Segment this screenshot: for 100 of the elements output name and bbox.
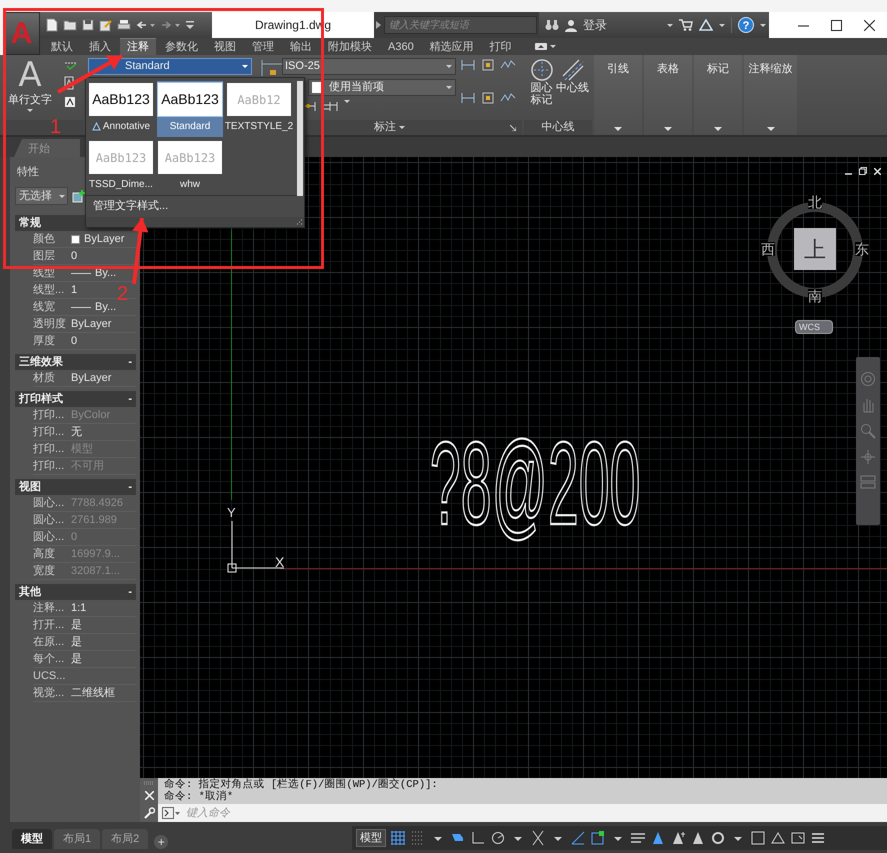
property-value[interactable]: ByLayer (71, 316, 112, 332)
polar-icon[interactable] (490, 830, 506, 846)
resize-grip-icon[interactable] (296, 219, 302, 225)
update-dimension-icon[interactable] (460, 90, 476, 104)
collapsed-panel-button[interactable]: 注释缩放 (744, 55, 797, 135)
center-mark-icon[interactable] (530, 58, 554, 82)
caret-icon[interactable] (719, 24, 725, 26)
cart-icon[interactable] (679, 19, 693, 31)
isolate-icon[interactable] (750, 830, 766, 846)
ribbon-tab[interactable]: 视图 (207, 38, 243, 55)
property-value[interactable]: By... (71, 298, 116, 316)
maximize-icon[interactable] (831, 20, 842, 30)
ortho-icon[interactable] (470, 830, 486, 846)
close-icon[interactable] (864, 20, 875, 30)
viewcube-face[interactable]: 上 (794, 228, 836, 270)
restore-icon[interactable] (859, 167, 867, 175)
caret-icon[interactable] (27, 108, 33, 112)
caret-icon[interactable] (446, 65, 452, 68)
isodraft-icon[interactable] (530, 830, 546, 846)
ribbon-tab[interactable]: 附加模块 (321, 38, 379, 55)
text-tool-glyph[interactable]: A (18, 58, 42, 92)
section-header[interactable]: 打印样式 - (15, 391, 136, 407)
ribbon-tab[interactable]: 精选应用 (422, 38, 481, 55)
caret-icon[interactable] (242, 65, 248, 68)
print-icon[interactable] (117, 19, 131, 31)
property-value[interactable]: 0 (71, 248, 78, 264)
dropdown-icon[interactable] (186, 20, 194, 30)
centerline-button[interactable]: 中心线 (556, 82, 589, 94)
expand-icon[interactable] (376, 21, 381, 29)
property-value[interactable]: 0 (71, 332, 78, 350)
caret-icon[interactable] (614, 127, 622, 131)
layout-tab[interactable]: 布局1 (54, 828, 100, 849)
caret-icon[interactable] (399, 126, 405, 129)
section-header[interactable]: 三维效果 - (15, 354, 136, 370)
object-track-icon[interactable] (570, 830, 586, 846)
caret-icon[interactable] (664, 127, 672, 131)
ribbon-tab[interactable]: 管理 (245, 38, 281, 55)
property-value[interactable]: 是 (71, 634, 82, 650)
workspace-icon[interactable] (710, 830, 726, 846)
text-style-dropdown[interactable]: Standard (88, 58, 252, 75)
compass-direction[interactable]: 南 (808, 289, 822, 303)
selection-dropdown[interactable]: 无选择 (15, 187, 68, 205)
caret-icon[interactable] (766, 127, 774, 131)
ribbon-tab[interactable]: 打印 (482, 38, 519, 55)
wrench-icon[interactable] (143, 806, 155, 819)
ribbon-tab[interactable]: A360 (381, 38, 421, 55)
search-field[interactable]: 键入关键字或短语 (384, 16, 537, 34)
dimension-style-dropdown[interactable]: ISO-25 (282, 58, 456, 75)
property-value[interactable]: ByLayer (71, 230, 124, 248)
property-value[interactable]: 是 (71, 650, 82, 668)
undo-icon[interactable] (136, 19, 156, 31)
caret-icon[interactable] (59, 194, 65, 198)
caret-icon[interactable] (714, 127, 722, 131)
coordinate-system-menu[interactable]: WCS (795, 320, 833, 334)
property-value[interactable]: 二维线框 (71, 684, 115, 702)
center-mark-button[interactable]: 圆心标记 (530, 82, 554, 106)
ribbon-tab[interactable]: 默认 (44, 38, 80, 55)
dimension-icon[interactable] (260, 58, 282, 78)
section-header[interactable]: 其他 - (15, 584, 136, 600)
layout-tab[interactable]: 模型 (12, 828, 52, 849)
command-input-field[interactable]: 键入命令 (184, 805, 887, 821)
annotation-visibility-icon[interactable] (650, 830, 666, 846)
reassociate-icon[interactable] (480, 90, 496, 104)
hardware-icon[interactable] (770, 830, 786, 846)
dimension-break-icon[interactable] (460, 58, 476, 72)
annotation-scale-icon[interactable] (690, 830, 706, 846)
model-space-button[interactable]: 模型 (356, 828, 386, 846)
add-layout-button[interactable]: + (154, 835, 168, 849)
user-icon[interactable] (565, 18, 577, 32)
folder-icon[interactable] (63, 19, 77, 31)
caret-icon[interactable] (760, 24, 766, 26)
layout-tab[interactable]: 布局2 (102, 828, 148, 849)
property-value[interactable]: 1 (71, 282, 78, 298)
auto-scale-icon[interactable] (670, 830, 686, 846)
save-as-icon[interactable] (99, 18, 112, 32)
panel-toggle-icon[interactable] (534, 43, 547, 50)
clean-screen-icon[interactable] (790, 830, 806, 846)
quick-select-icon[interactable] (72, 190, 85, 202)
ribbon-tab[interactable]: 插入 (82, 38, 118, 55)
layer-dropdown[interactable]: 使用当前项 (308, 79, 456, 96)
panel-title[interactable]: 中心线 (542, 119, 574, 136)
ribbon-tab[interactable]: 注释 (120, 38, 156, 55)
grid-icon[interactable] (390, 830, 406, 846)
help-button[interactable]: ? (738, 17, 754, 33)
property-value[interactable]: ByLayer (71, 370, 112, 386)
triangle-icon[interactable] (699, 19, 713, 31)
collapsed-panel-button[interactable]: 引线 (594, 55, 642, 135)
command-prompt-icon[interactable] (162, 807, 180, 819)
baseline-dimension-icon[interactable] (322, 100, 338, 112)
launcher-icon[interactable] (510, 125, 516, 131)
centerline-icon[interactable] (560, 58, 584, 82)
command-line-handle[interactable] (140, 778, 158, 822)
ribbon-tab[interactable]: 参数化 (158, 38, 205, 55)
sign-in-link[interactable]: 登录 (583, 16, 607, 34)
compass-direction[interactable]: 北 (808, 195, 822, 209)
save-icon[interactable] (82, 19, 94, 31)
property-value[interactable]: 是 (71, 616, 82, 634)
text-frame-icon[interactable] (64, 96, 76, 108)
property-value[interactable]: 1:1 (71, 600, 86, 616)
property-value[interactable]: 无 (71, 424, 82, 440)
